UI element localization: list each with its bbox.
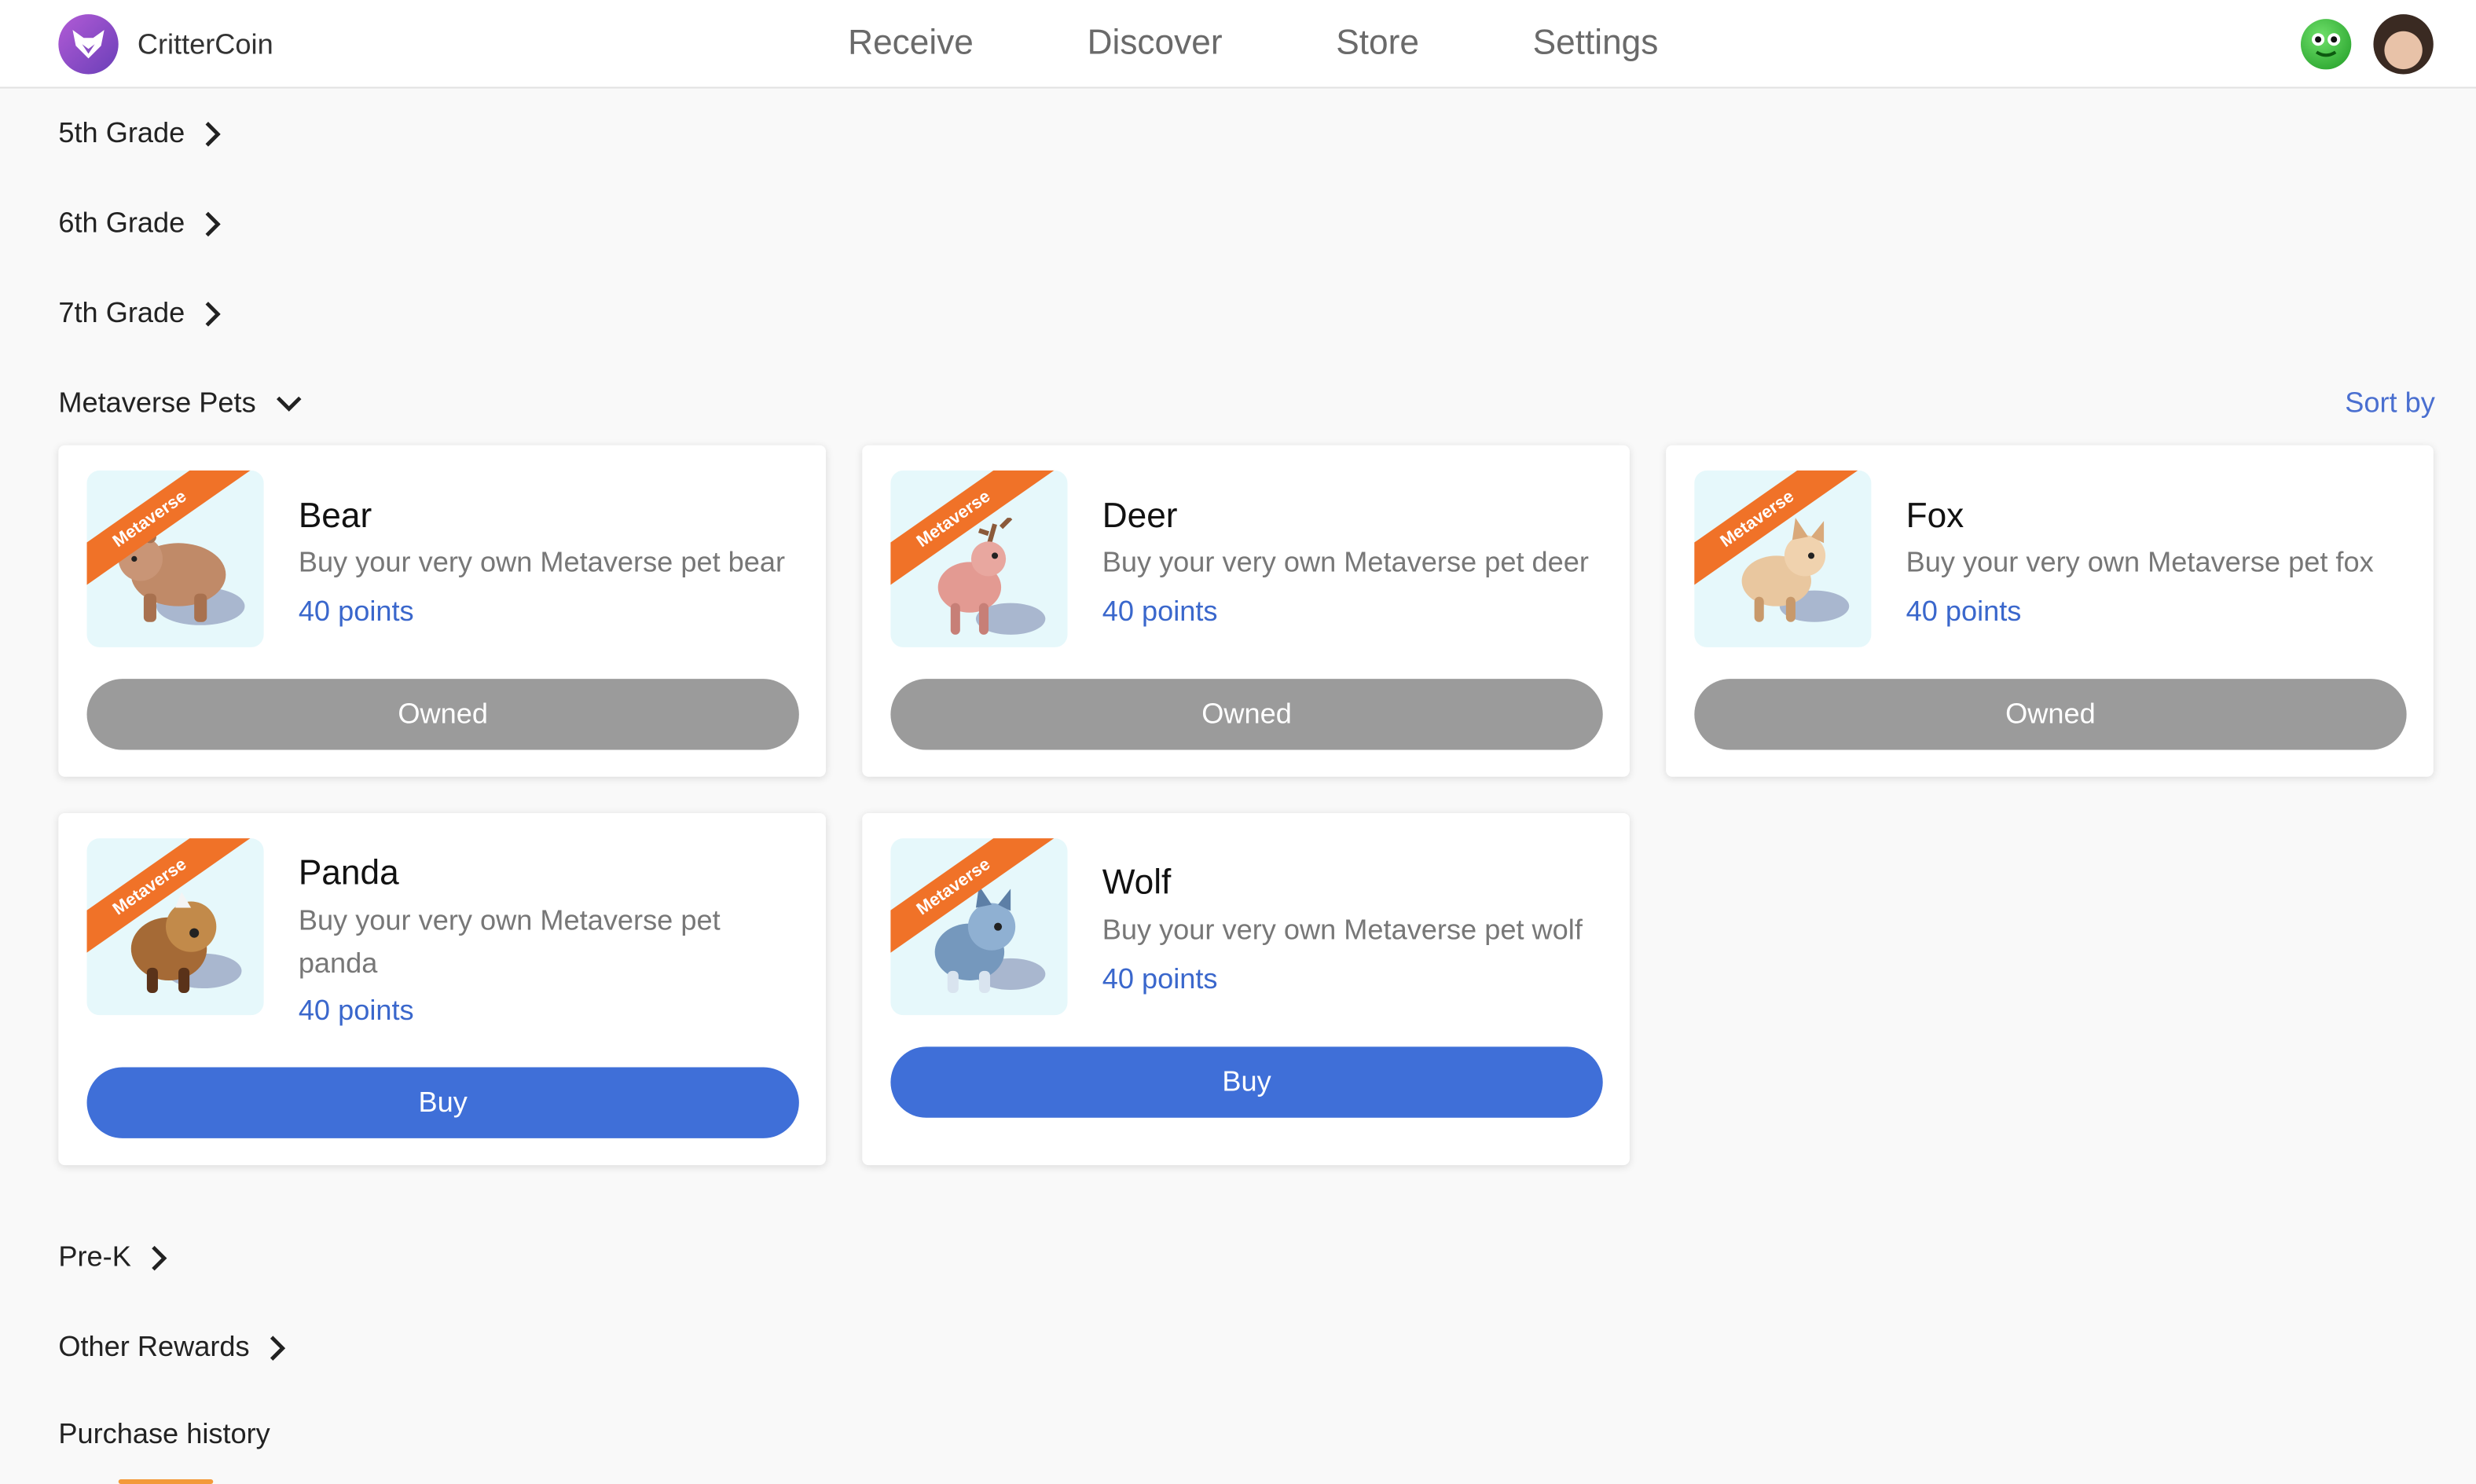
category-5th-grade[interactable]: 5th Grade — [58, 117, 222, 150]
critter-avatar[interactable] — [2300, 19, 2352, 70]
item-title: Bear — [298, 496, 372, 536]
chevron-right-icon — [205, 301, 221, 326]
item-points: 40 points — [1102, 962, 1218, 995]
category-pre-k[interactable]: Pre-K — [58, 1241, 169, 1274]
item-description: Buy your very own Metaverse pet wolf — [1102, 914, 1583, 946]
chevron-right-icon — [205, 211, 221, 236]
nav-discover[interactable]: Discover — [1088, 22, 1223, 63]
brand[interactable]: CritterCoin — [58, 14, 273, 75]
nav-settings[interactable]: Settings — [1533, 22, 1659, 63]
item-title: Wolf — [1102, 862, 1172, 902]
category-7th-grade[interactable]: 7th Grade — [58, 297, 222, 330]
item-points: 40 points — [1102, 595, 1218, 627]
nav-store[interactable]: Store — [1336, 22, 1419, 63]
item-points: 40 points — [1906, 595, 2022, 627]
crittercoin-logo-icon — [58, 14, 119, 75]
top-bar: CritterCoin Receive Discover Store Setti… — [0, 0, 2476, 89]
item-title: Deer — [1102, 496, 1178, 536]
chevron-right-icon — [205, 121, 221, 146]
category-metaverse-pets[interactable]: Metaverse Pets — [58, 387, 303, 420]
main-nav: Receive Discover Store Settings — [848, 22, 1772, 63]
owned-button: Owned — [86, 679, 799, 750]
item-description: Buy your very own Metaverse pet bear — [298, 546, 786, 578]
store-card-panda: Metaverse Panda Buy your very own Metave… — [58, 812, 827, 1166]
store-card-bear: Metaverse Bear Buy your very own Metaver… — [58, 445, 827, 777]
pet-thumbnail: Metaverse — [86, 470, 264, 647]
buy-button[interactable]: Buy — [890, 1046, 1603, 1118]
purchase-history-link[interactable]: Purchase history — [58, 1418, 270, 1451]
buy-button[interactable]: Buy — [86, 1067, 799, 1138]
item-description: Buy your very own Metaverse pet fox — [1906, 546, 2374, 578]
item-points: 40 points — [298, 595, 414, 627]
owned-button: Owned — [1694, 679, 2407, 750]
item-description: Buy your very own Metaverse pet deer — [1102, 546, 1589, 578]
item-title: Panda — [298, 852, 399, 892]
pet-thumbnail: Metaverse — [890, 470, 1068, 647]
item-points: 40 points — [298, 995, 414, 1027]
store-card-deer: Metaverse Deer Buy your very own Metaver… — [862, 445, 1630, 777]
pet-thumbnail: Metaverse — [86, 838, 264, 1016]
owned-button: Owned — [890, 679, 1603, 750]
nav-receive[interactable]: Receive — [848, 22, 974, 63]
chevron-right-icon — [270, 1335, 286, 1360]
app-name: CritterCoin — [137, 27, 273, 60]
chevron-right-icon — [152, 1244, 167, 1270]
store-card-wolf: Metaverse Wolf Buy your very own Metaver… — [862, 812, 1630, 1166]
store-card-fox: Metaverse Fox Buy your very own Metavers… — [1666, 445, 2434, 777]
item-title: Fox — [1906, 496, 1964, 536]
sort-by-button[interactable]: Sort by — [2345, 387, 2435, 420]
item-description: Buy your very own Metaverse pet panda — [298, 904, 721, 979]
category-6th-grade[interactable]: 6th Grade — [58, 207, 222, 240]
pet-thumbnail: Metaverse — [890, 838, 1068, 1016]
scroll-indicator — [118, 1479, 214, 1484]
app-stage: CritterCoin Receive Discover Store Setti… — [0, 0, 2476, 1484]
chevron-down-icon — [277, 395, 302, 411]
user-avatar[interactable] — [2373, 14, 2434, 75]
pet-thumbnail: Metaverse — [1694, 470, 1872, 647]
category-other-rewards[interactable]: Other Rewards — [58, 1331, 287, 1364]
